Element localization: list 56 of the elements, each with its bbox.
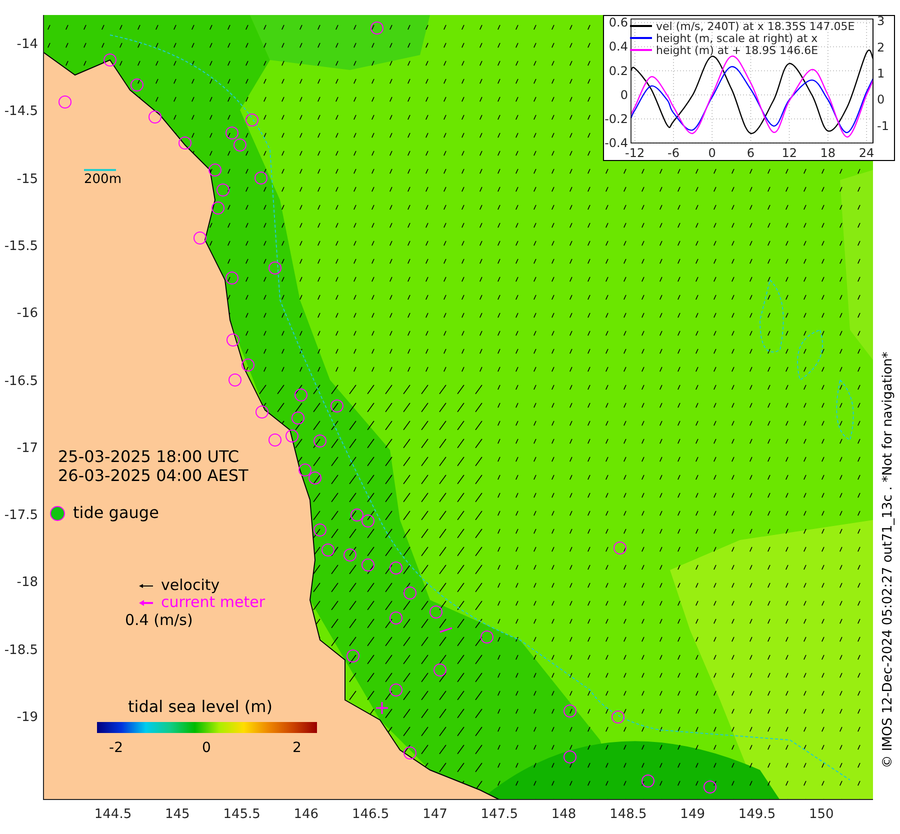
latitude-tick-label: -16.5 (3, 374, 38, 388)
legend-label: height (m, scale at right) at x (656, 32, 818, 44)
y-tick-label: 0.2 (608, 64, 628, 78)
latitude-tick-label: -15.5 (3, 240, 38, 253)
y-tick-label: -0.2 (604, 112, 628, 126)
colorbar-title: tidal sea level (m) (128, 699, 272, 715)
credit-text: © IMOS 12-Dec-2024 05:02:27 out71_13c . *Not for navigation* (882, 352, 894, 768)
latitude-tick-label: -16 (16, 307, 38, 320)
y-tick-label: 0 (877, 92, 885, 107)
latitude-tick-label: -14.5 (3, 105, 38, 118)
y-tick-label: 0.4 (608, 40, 628, 54)
longitude-tick-label: 148.5 (608, 808, 648, 821)
longitude-tick-label: 147 (422, 808, 448, 821)
velocity-scale-label: 0.4 (m/s) (125, 611, 194, 630)
colorbar-tick-label: 0 (201, 741, 212, 755)
latitude-tick-label: -18 (16, 576, 38, 590)
x-tick-label: -12 (625, 146, 645, 160)
latitude-tick-label: -15 (16, 172, 38, 186)
y-tick-label: 0 (620, 88, 628, 102)
y-tick-label: 3 (877, 16, 885, 28)
x-tick-label: 12 (782, 146, 797, 160)
latitude-tick-label: -14 (16, 38, 38, 51)
colorbar-tick-label: 2 (292, 741, 302, 755)
scale-bar-label: 200m (84, 173, 122, 186)
timestamp-label: 26-03-2025 04:00 AEST (58, 466, 248, 485)
longitude-tick-label: 145 (164, 808, 191, 821)
y-tick-label: -1 (877, 118, 889, 133)
x-tick-label: 6 (746, 146, 755, 160)
x-tick-label: 0 (708, 146, 716, 160)
longitude-tick-label: 144.5 (93, 808, 133, 821)
latitude-tick-label: -18.5 (3, 644, 38, 657)
longitude-tick-label: 146.5 (350, 808, 390, 821)
legend-label: velocity (161, 578, 220, 593)
legend-label: height (m) at + 18.9S 146.6E (656, 44, 818, 56)
latitude-tick-label: -17 (16, 442, 38, 455)
longitude-tick-label: 147.5 (480, 808, 519, 821)
y-tick-label: 2 (877, 40, 885, 54)
latitude-tick-label: -17.5 (3, 509, 38, 522)
y-tick-label: 1 (877, 66, 885, 81)
longitude-tick-label: 146 (292, 808, 320, 821)
longitude-tick-label: 148 (550, 808, 578, 821)
longitude-tick-label: 149.5 (737, 808, 777, 821)
longitude-tick-label: 149 (679, 808, 706, 821)
y-tick-label: -0.4 (604, 136, 628, 150)
colorbar-tick-label: -2 (108, 741, 124, 755)
x-tick-label: -6 (668, 146, 680, 160)
longitude-tick-label: 145.5 (222, 808, 262, 821)
legend-label: vel (m/s, 240T) at x 18.35S 147.05E (656, 20, 855, 32)
legend-label: current meter (161, 595, 265, 610)
x-tick-label: 24 (858, 146, 874, 160)
x-tick-label: 18 (820, 146, 836, 160)
longitude-tick-label: 150 (808, 808, 835, 821)
legend-label: tide gauge (73, 505, 159, 521)
timestamp-label: 25-03-2025 18:00 UTC (58, 447, 240, 466)
latitude-tick-label: -19 (16, 711, 38, 724)
y-tick-label: 0.6 (608, 16, 628, 30)
